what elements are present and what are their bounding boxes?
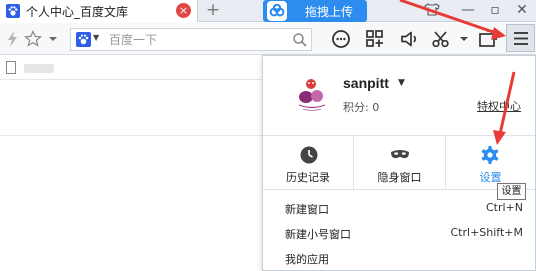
minimize-button[interactable]: — [456, 0, 480, 20]
star-icon[interactable] [22, 28, 44, 50]
maximize-button[interactable]: ▫ [483, 0, 507, 20]
menu-item-new-window[interactable]: 新建窗口 Ctrl+N [263, 197, 535, 219]
history-clock-icon [300, 146, 318, 164]
cloud-icon [267, 1, 287, 21]
tab-bar: 个人中心_百度文库 × + 拖拽上传 — ▫ ✕ [0, 0, 536, 22]
blurred-bookmark[interactable] [24, 64, 54, 73]
tab-close-icon[interactable]: × [176, 3, 191, 18]
incognito-window-button[interactable]: 隐身窗口 [354, 136, 446, 190]
quick-actions: 历史记录 隐身窗口 设置 [263, 135, 535, 190]
main-menu-button[interactable] [506, 24, 535, 52]
main-menu-panel: sanpitt ▼ 积分: 0 特权中心 历史记录 隐身窗口 设置 新建窗口 C… [262, 55, 536, 271]
baidu-paw-icon [6, 4, 20, 18]
profile-section: sanpitt ▼ 积分: 0 特权中心 [263, 56, 535, 135]
drag-upload-button[interactable]: 拖拽上传 [263, 0, 367, 22]
chat-bubble-icon[interactable] [330, 28, 352, 50]
menu-item-shortcut: Ctrl+N [485, 201, 523, 214]
window-restore-icon[interactable] [477, 28, 499, 50]
scissors-icon[interactable] [430, 28, 452, 50]
chevron-down-icon[interactable] [42, 28, 64, 50]
incognito-mask-icon [391, 150, 409, 159]
settings-tooltip: 设置 [497, 183, 526, 200]
engine-caret-icon[interactable]: ▼ [93, 33, 99, 42]
address-bar[interactable]: ▼ [70, 28, 312, 51]
history-button[interactable]: 历史记录 [263, 136, 354, 190]
incognito-label: 隐身窗口 [377, 171, 422, 184]
new-tab-button[interactable]: + [203, 1, 223, 21]
content-divider [0, 135, 262, 136]
close-window-button[interactable]: ✕ [510, 0, 534, 20]
search-input[interactable] [109, 31, 289, 48]
tab-active[interactable]: 个人中心_百度文库 × [0, 0, 198, 22]
baidu-search-engine-icon[interactable] [76, 32, 91, 47]
history-label: 历史记录 [286, 171, 330, 184]
apps-grid-icon[interactable] [364, 28, 386, 50]
speaker-icon[interactable] [399, 28, 421, 50]
username[interactable]: sanpitt [343, 75, 389, 91]
menu-item-label: 新建窗口 [285, 203, 329, 216]
search-icon[interactable] [292, 32, 308, 48]
bookmark-page-icon[interactable] [6, 61, 16, 74]
avatar[interactable] [289, 71, 335, 117]
points-label: 积分: 0 [343, 101, 380, 114]
privilege-center-link[interactable]: 特权中心 [477, 98, 521, 114]
tab-title: 个人中心_百度文库 [26, 5, 129, 19]
upload-button-label: 拖拽上传 [305, 5, 354, 19]
gear-icon [481, 146, 499, 164]
toolbar: ▼ [0, 23, 536, 55]
menu-item-label: 新建小号窗口 [285, 228, 351, 241]
lightning-icon[interactable] [2, 28, 24, 50]
user-dropdown-icon[interactable]: ▼ [398, 78, 405, 88]
menu-item-my-apps[interactable]: 我的应用 [263, 247, 535, 269]
screenshot-caret-icon[interactable] [453, 28, 475, 50]
hamburger-menu-icon [514, 32, 528, 45]
menu-item-new-alt-window[interactable]: 新建小号窗口 Ctrl+Shift+M [263, 222, 535, 244]
settings-button[interactable]: 设置 [446, 136, 535, 190]
menu-item-label: 我的应用 [285, 253, 329, 266]
menu-item-shortcut: Ctrl+Shift+M [450, 226, 524, 239]
skin-shirt-icon[interactable] [420, 0, 444, 20]
